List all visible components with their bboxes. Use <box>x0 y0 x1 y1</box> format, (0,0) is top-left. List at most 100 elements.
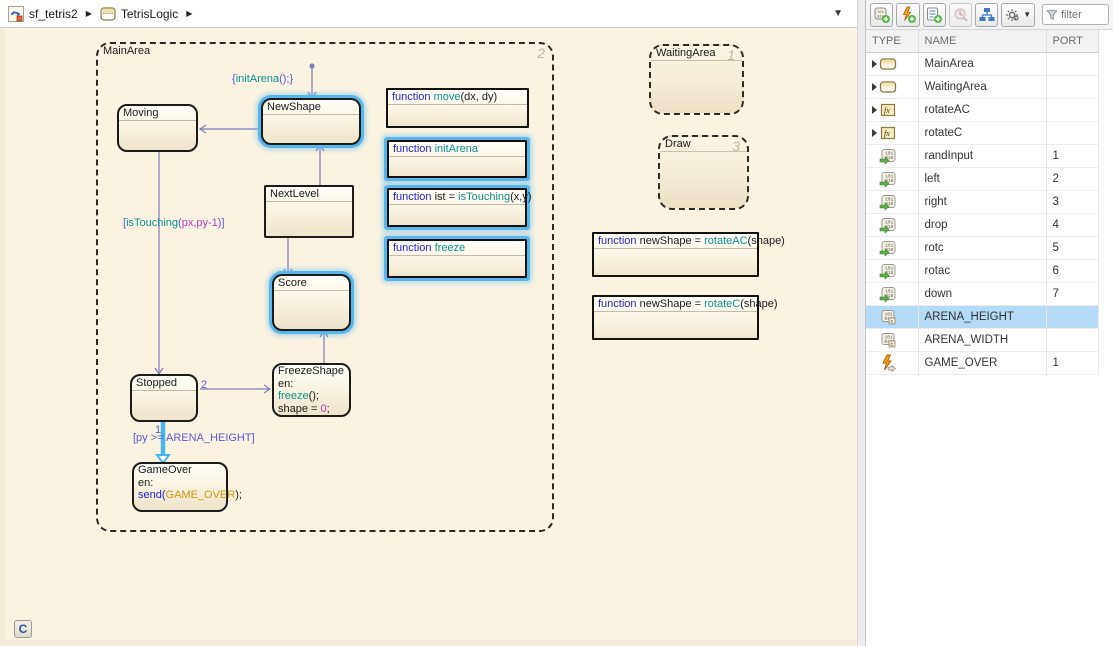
symbol-port[interactable] <box>1046 121 1098 144</box>
symbol-type-icon <box>879 308 897 326</box>
symbol-row[interactable]: drop 4 <box>866 213 1098 236</box>
symbol-name[interactable]: rotac <box>918 259 1046 282</box>
function-rotate-c[interactable]: function newShape = rotateC(shape) <box>592 295 759 340</box>
state-title: NewShape <box>263 100 359 115</box>
settings-button[interactable]: ▼ <box>1001 3 1034 27</box>
symbol-port[interactable] <box>1046 52 1098 75</box>
symbol-row[interactable]: GAME_OVER 1 <box>866 351 1098 374</box>
function-rotate-ac[interactable]: function newShape = rotateAC(shape) <box>592 232 759 277</box>
symbol-row[interactable]: right 3 <box>866 190 1098 213</box>
transition-label-py-height[interactable]: [py >= ARENA_HEIGHT] <box>133 432 255 444</box>
state-draw[interactable]: Draw 3 <box>658 135 749 210</box>
function-freeze[interactable]: function freeze <box>387 239 527 278</box>
breadcrumb-separator-icon[interactable]: ▶ <box>186 9 192 18</box>
symbol-type-icon <box>879 78 897 96</box>
add-message-button[interactable] <box>923 3 946 27</box>
transition-label-init-arena[interactable]: {initArena();} <box>232 73 293 85</box>
execution-order-badge: 3 <box>732 138 740 154</box>
symbol-name[interactable]: drop <box>918 213 1046 236</box>
symbol-port[interactable]: 1 <box>1046 351 1098 374</box>
breadcrumb-separator-icon[interactable]: ▶ <box>86 9 92 18</box>
svg-text:101: 101 <box>877 11 885 15</box>
transition-priority-2: 2 <box>201 379 207 391</box>
function-signature: function move(dx, dy) <box>388 90 527 105</box>
state-title: NextLevel <box>266 187 352 202</box>
symbol-name[interactable]: ARENA_HEIGHT <box>918 305 1046 328</box>
action-language-c-badge[interactable]: C <box>14 620 32 638</box>
symbol-row[interactable]: ARENA_HEIGHT <box>866 305 1098 328</box>
add-data-button[interactable]: 101 010 <box>870 3 893 27</box>
state-stopped[interactable]: Stopped <box>130 374 198 422</box>
symbol-port[interactable]: 5 <box>1046 236 1098 259</box>
add-event-button[interactable] <box>896 3 919 27</box>
row-expander-icon[interactable] <box>872 83 877 91</box>
state-action-line: shape = 0; <box>274 403 349 416</box>
symbol-name[interactable]: WaitingArea <box>918 75 1046 98</box>
symbol-name[interactable]: rotateAC <box>918 98 1046 121</box>
state-next-level[interactable]: NextLevel <box>264 185 354 238</box>
state-score[interactable]: Score <box>272 274 351 331</box>
symbol-row[interactable]: rotac 6 <box>866 259 1098 282</box>
filter-field[interactable] <box>1042 4 1109 25</box>
row-expander-icon[interactable] <box>872 60 877 68</box>
symbol-row[interactable]: ARENA_WIDTH <box>866 328 1098 351</box>
state-moving[interactable]: Moving <box>117 104 198 152</box>
symbol-name[interactable]: MainArea <box>918 52 1046 75</box>
symbol-name[interactable]: GAME_OVER <box>918 351 1046 374</box>
symbol-type-icon <box>879 193 897 211</box>
symbol-type-icon <box>879 170 897 188</box>
symbol-row[interactable]: WaitingArea <box>866 75 1098 98</box>
column-header-type[interactable]: TYPE <box>866 30 918 52</box>
symbol-port[interactable] <box>1046 75 1098 98</box>
transition-label-is-touching[interactable]: [isTouching(px,py-1)] <box>123 217 225 229</box>
execution-order-badge: 2 <box>537 45 545 61</box>
breadcrumb-chart[interactable]: TetrisLogic <box>121 7 178 21</box>
state-game-over[interactable]: GameOver en: send(GAME_OVER); <box>132 462 228 512</box>
symbol-name[interactable]: randInput <box>918 144 1046 167</box>
symbol-name[interactable]: left <box>918 167 1046 190</box>
filter-input[interactable] <box>1061 9 1105 21</box>
function-init-arena[interactable]: function initArena <box>387 140 527 178</box>
symbol-port[interactable] <box>1046 98 1098 121</box>
state-new-shape[interactable]: NewShape <box>261 98 361 145</box>
hierarchy-view-button[interactable] <box>975 3 998 27</box>
column-header-port[interactable]: PORT <box>1046 30 1098 52</box>
symbol-port[interactable]: 2 <box>1046 167 1098 190</box>
row-expander-icon[interactable] <box>872 129 877 137</box>
symbol-row[interactable]: MainArea <box>866 52 1098 75</box>
stateflow-canvas[interactable]: MainArea 2 Moving NewShape NextLevel Sco… <box>0 28 857 646</box>
symbol-port[interactable] <box>1046 328 1098 351</box>
symbol-row[interactable]: randInput 1 <box>866 144 1098 167</box>
breadcrumb-model[interactable]: sf_tetris2 <box>29 7 78 21</box>
symbol-type-icon <box>879 239 897 257</box>
column-header-name[interactable]: NAME <box>918 30 1046 52</box>
symbol-port[interactable]: 7 <box>1046 282 1098 305</box>
panel-divider[interactable] <box>857 0 866 646</box>
symbol-name[interactable]: right <box>918 190 1046 213</box>
symbol-port[interactable]: 1 <box>1046 144 1098 167</box>
state-waiting-area[interactable]: WaitingArea 1 <box>649 44 744 115</box>
function-is-touching[interactable]: function ist = isTouching(x,y) <box>387 188 527 227</box>
symbol-name[interactable]: rotc <box>918 236 1046 259</box>
symbol-name[interactable]: down <box>918 282 1046 305</box>
function-move[interactable]: function move(dx, dy) <box>386 88 529 128</box>
symbol-row[interactable]: rotc 5 <box>866 236 1098 259</box>
symbol-row[interactable]: down 7 <box>866 282 1098 305</box>
symbol-port[interactable]: 6 <box>1046 259 1098 282</box>
symbol-type-icon <box>879 216 897 234</box>
state-freeze-shape[interactable]: FreezeShape en: freeze(); shape = 0; <box>272 363 351 417</box>
symbol-port[interactable]: 4 <box>1046 213 1098 236</box>
symbol-name[interactable]: ARENA_WIDTH <box>918 328 1046 351</box>
symbol-row[interactable]: rotateAC <box>866 98 1098 121</box>
symbol-port[interactable]: 3 <box>1046 190 1098 213</box>
symbol-row[interactable]: left 2 <box>866 167 1098 190</box>
execution-order-badge: 1 <box>727 47 735 63</box>
breadcrumb-dropdown-icon[interactable]: ▼ <box>833 8 843 19</box>
symbol-row[interactable]: rotateC <box>866 121 1098 144</box>
symbol-type-icon <box>879 124 897 142</box>
symbol-name[interactable]: rotateC <box>918 121 1046 144</box>
row-expander-icon[interactable] <box>872 106 877 114</box>
settings-caret-icon: ▼ <box>1023 10 1031 19</box>
symbol-port[interactable] <box>1046 305 1098 328</box>
symbol-type-icon <box>879 331 897 349</box>
